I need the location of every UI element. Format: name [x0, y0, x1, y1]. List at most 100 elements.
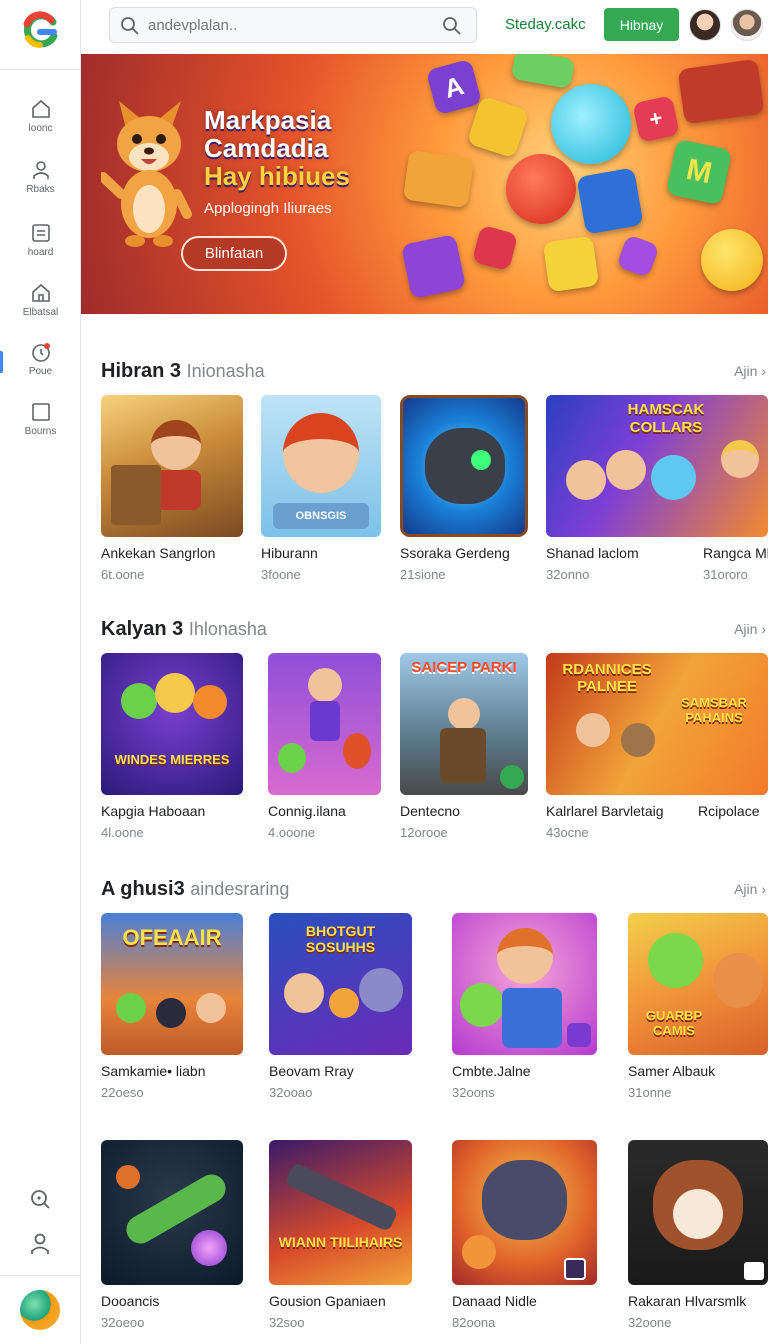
- section-header: Hibran 3 Inionasha Ajin ›: [101, 360, 768, 384]
- game-meta: 43ocne: [546, 825, 589, 840]
- user-avatar[interactable]: [689, 9, 721, 41]
- banner-subtitle: Applogingh Iliuraes: [204, 200, 332, 217]
- sidebar-item-label: Elbatsal: [22, 307, 59, 318]
- search-icon[interactable]: [28, 1187, 52, 1211]
- section-title-text: Hibran 3: [101, 360, 182, 382]
- sidebar-divider: [0, 69, 81, 70]
- game-thumbnail: [452, 913, 597, 1055]
- game-meta: 32oone: [628, 1315, 672, 1330]
- account-icon[interactable]: [28, 1232, 52, 1256]
- game-card[interactable]: SAICEP PARKI Dentecno 12orooe: [400, 653, 528, 840]
- game-title: Gousion Gpaniaen: [269, 1293, 386, 1309]
- game-thumbnail: [101, 395, 243, 537]
- game-title: Ankekan Sangrlon: [101, 545, 216, 561]
- hero-banner[interactable]: Markpasia Camdadia Hay hibiues Apploging…: [81, 54, 768, 314]
- section-title-text: A ghusi3: [101, 878, 185, 900]
- sidebar-item-library[interactable]: hoard: [0, 222, 81, 278]
- profile-avatar[interactable]: [20, 1290, 60, 1330]
- sidebar-item-store[interactable]: Elbatsal: [0, 282, 81, 338]
- see-more-link[interactable]: Ajin ›: [734, 363, 766, 379]
- banner-title-line: Hay hibiues: [204, 161, 350, 191]
- section-title-text: Kalyan 3: [101, 618, 184, 640]
- game-card[interactable]: Connig.ilana 4.ooone: [268, 653, 381, 840]
- game-title: Dentecno: [400, 803, 460, 819]
- game-title: Samkamie• liabn: [101, 1063, 206, 1079]
- game-thumbnail: SAICEP PARKI: [400, 653, 528, 795]
- game-card[interactable]: RDANNICES PALNEE SAMSBAR PAHAINS Kalrlar…: [546, 653, 768, 840]
- section-title: A ghusi3 aindesraring: [101, 878, 289, 901]
- sidebar-item-square[interactable]: Bourns: [0, 401, 81, 457]
- sidebar-item-label: hoard: [27, 247, 54, 258]
- header-primary-button[interactable]: Hibnay: [604, 8, 679, 41]
- banner-title-line: Camdadia: [204, 133, 329, 163]
- letter-tile-icon: A: [425, 58, 483, 116]
- game-tile-icon: [466, 95, 530, 159]
- game-tile-icon: [542, 235, 600, 293]
- search-box[interactable]: [109, 7, 477, 43]
- game-title: Beovam Rray: [269, 1063, 354, 1079]
- thumb-label: BHOTGUT SOSUHHS: [305, 923, 376, 955]
- game-card[interactable]: Ssoraka Gerdeng 21sione: [400, 395, 528, 582]
- search-input[interactable]: [148, 13, 418, 37]
- game-thumbnail: HAMSCAK COLLARS: [546, 395, 768, 537]
- game-card[interactable]: OFEAAIR Samkamie• liabn 22oeso: [101, 913, 243, 1100]
- thumb-label: RDANNICES PALNEE: [562, 661, 652, 695]
- banner-title-line: Markpasia: [204, 105, 332, 135]
- game-title: Kapgia Haboaan: [101, 803, 206, 819]
- sidebar-item-activity[interactable]: Poue: [0, 341, 81, 397]
- user-avatar[interactable]: [731, 9, 763, 41]
- banner-title: Markpasia Camdadia Hay hibiues: [204, 106, 350, 190]
- game-tile-icon: [471, 224, 519, 272]
- sidebar-item-label: Bourns: [24, 426, 57, 437]
- thumb-label: OFEAAIR: [122, 925, 222, 950]
- game-card[interactable]: Rakaran Hlvarsmlk 32oone: [628, 1140, 768, 1330]
- square-icon: [31, 403, 50, 421]
- game-thumbnail: [452, 1140, 597, 1285]
- game-thumbnail: WINDES MIERRES: [101, 653, 243, 795]
- game-card[interactable]: Danaad Nidle 82oona: [452, 1140, 597, 1330]
- game-card[interactable]: BHOTGUT SOSUHHS Beovam Rray 32ooao: [269, 913, 412, 1100]
- game-meta: 22oeso: [101, 1085, 144, 1100]
- game-meta: 6t.oone: [101, 567, 145, 582]
- app-logo-icon[interactable]: [18, 10, 62, 50]
- header-link[interactable]: Steday.cakc: [505, 16, 586, 33]
- game-meta: 31ororo: [703, 567, 748, 582]
- search-submit-icon[interactable]: [442, 16, 462, 36]
- game-thumbnail: OBNSGIS: [261, 395, 381, 537]
- game-card[interactable]: Cmbte.Jalne 32oons: [452, 913, 597, 1100]
- tomato-mascot-icon: [506, 154, 576, 224]
- game-title: Shanad laclom: [546, 545, 639, 561]
- search-icon: [121, 17, 139, 35]
- game-meta: 21sione: [400, 567, 446, 582]
- top-bar: Steday.cakc Hibnay: [81, 0, 768, 54]
- see-more-link[interactable]: Ajin ›: [734, 621, 766, 637]
- game-card[interactable]: HAMSCAK COLLARS Shanad laclom 32onno Ran…: [546, 395, 768, 582]
- sidebar-divider: [0, 1275, 81, 1276]
- game-card[interactable]: WINDES MIERRES Kapgia Haboaan 4l.oone: [101, 653, 243, 840]
- banner-cta-button[interactable]: Blinfatan: [181, 236, 287, 271]
- game-card[interactable]: OBNSGIS Hiburann 3foone: [261, 395, 381, 582]
- game-meta: 32onno: [546, 567, 590, 582]
- game-title: Rangca Ml: [703, 545, 768, 561]
- letter-tile-icon: M: [665, 138, 733, 206]
- thumb-label: SAICEP PARKI: [411, 659, 517, 676]
- game-meta: 4.ooone: [268, 825, 315, 840]
- see-more-label: Ajin: [734, 621, 758, 637]
- game-card[interactable]: Ankekan Sangrlon 6t.oone: [101, 395, 243, 582]
- game-card[interactable]: GUARBP CAMIS Samer Albauk 31onne: [628, 913, 768, 1100]
- game-card[interactable]: WIANN TIILIHAIRS Gousion Gpaniaen 32soo: [269, 1140, 412, 1330]
- game-thumbnail: [628, 1140, 768, 1285]
- sidebar: loonc Rbaks hoard Elbatsal Poue Bourns: [0, 0, 81, 1344]
- sidebar-item-home[interactable]: loonc: [0, 98, 81, 154]
- game-card[interactable]: Dooancis 32oeoo: [101, 1140, 243, 1330]
- section-subtitle: Inionasha: [186, 361, 265, 381]
- library-icon: [31, 224, 50, 242]
- game-thumbnail: WIANN TIILIHAIRS: [269, 1140, 412, 1285]
- game-thumbnail: [268, 653, 381, 795]
- sidebar-item-person[interactable]: Rbaks: [0, 159, 81, 215]
- see-more-link[interactable]: Ajin ›: [734, 881, 766, 897]
- game-meta: 31onne: [628, 1085, 672, 1100]
- game-title: Dooancis: [101, 1293, 160, 1309]
- game-title: Rcipolace: [698, 803, 760, 819]
- game-thumbnail: BHOTGUT SOSUHHS: [269, 913, 412, 1055]
